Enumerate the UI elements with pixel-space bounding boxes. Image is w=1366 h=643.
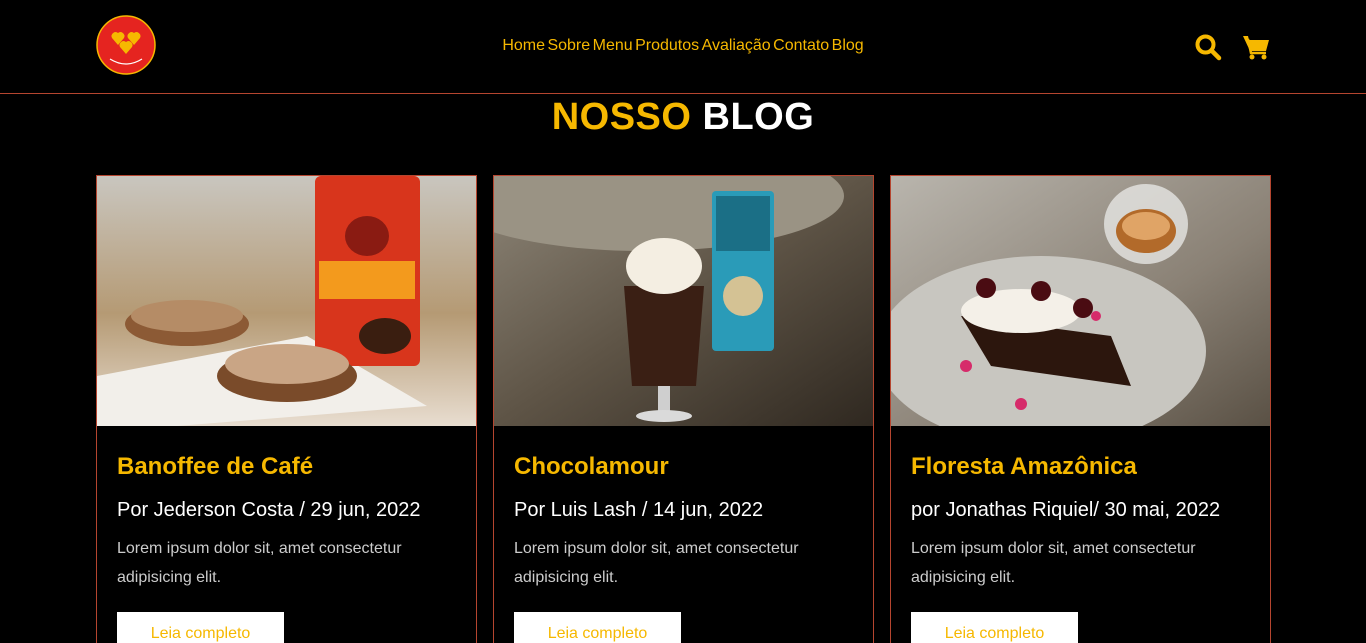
floresta-amazonica-photo [891, 176, 1270, 426]
title-highlight: NOSSO [551, 96, 692, 138]
blog-cards: Banoffee de Café Por Jederson Costa / 29… [96, 175, 1271, 643]
nav-sobre[interactable]: Sobre [547, 37, 590, 54]
card-excerpt: Lorem ipsum dolor sit, amet consectetur … [514, 540, 799, 586]
nav-menu[interactable]: Menu [593, 37, 633, 54]
nav-blog[interactable]: Blog [832, 37, 864, 54]
nav-home[interactable]: Home [502, 37, 545, 54]
read-more-button[interactable]: Leia completo [911, 612, 1078, 643]
card-byline: Por Jederson Costa / 29 jun, 2022 [117, 499, 421, 521]
blog-card: Chocolamour Por Luis Lash / 14 jun, 2022… [493, 175, 874, 643]
banoffee-photo [97, 176, 476, 426]
card-title[interactable]: Chocolamour [514, 452, 853, 482]
read-more-button[interactable]: Leia completo [117, 612, 284, 643]
section-title: NOSSO BLOG [0, 94, 1366, 140]
card-title[interactable]: Floresta Amazônica [911, 452, 1250, 482]
card-byline: por Jonathas Riquiel/ 30 mai, 2022 [911, 499, 1221, 521]
nav-contato[interactable]: Contato [773, 37, 829, 54]
nav-avaliacao[interactable]: Avaliação [702, 37, 771, 54]
blog-card: Floresta Amazônica por Jonathas Riquiel/… [890, 175, 1271, 643]
header-icons [1194, 33, 1270, 61]
card-excerpt: Lorem ipsum dolor sit, amet consectetur … [911, 540, 1196, 586]
cart-icon[interactable] [1242, 33, 1270, 61]
card-excerpt: Lorem ipsum dolor sit, amet consectetur … [117, 540, 402, 586]
main-nav: Home Sobre Menu Produtos Avaliação Conta… [0, 36, 1366, 56]
title-rest: BLOG [702, 96, 815, 138]
nav-produtos[interactable]: Produtos [635, 37, 699, 54]
blog-card: Banoffee de Café Por Jederson Costa / 29… [96, 175, 477, 643]
search-icon[interactable] [1194, 33, 1222, 61]
read-more-button[interactable]: Leia completo [514, 612, 681, 643]
card-byline: Por Luis Lash / 14 jun, 2022 [514, 499, 764, 521]
chocolamour-photo [494, 176, 873, 426]
card-title[interactable]: Banoffee de Café [117, 452, 456, 482]
site-header: Home Sobre Menu Produtos Avaliação Conta… [0, 0, 1366, 94]
